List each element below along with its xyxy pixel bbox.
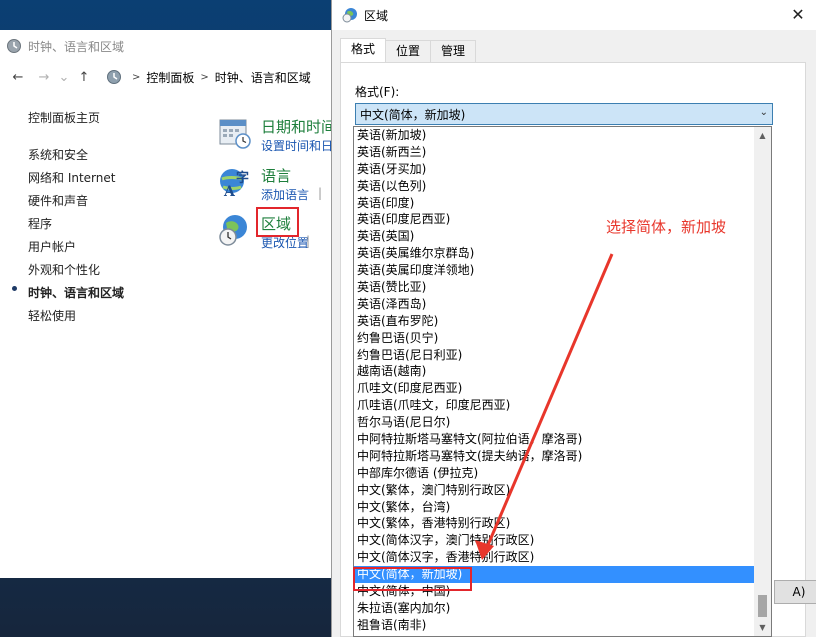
annotation-arrow-icon [475, 253, 614, 560]
